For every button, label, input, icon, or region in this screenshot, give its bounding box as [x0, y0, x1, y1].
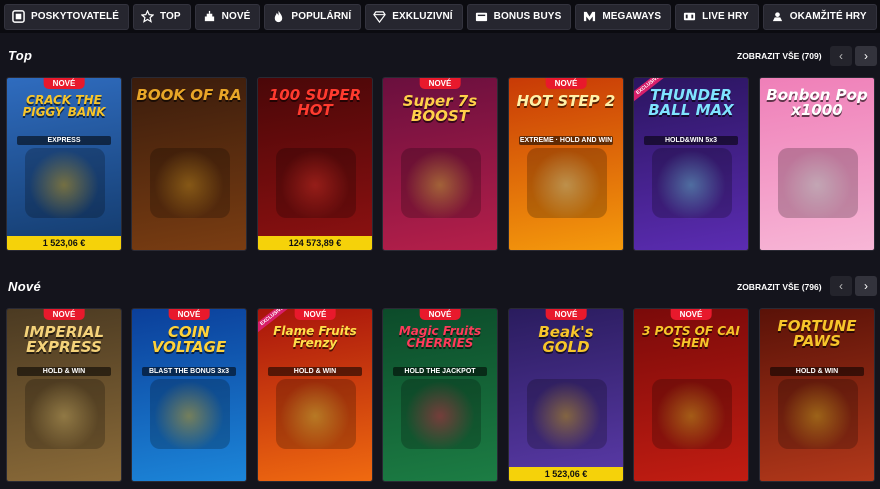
show-all-top-link[interactable]: ZOBRAZIT VŠE (709) — [737, 51, 822, 61]
game-tile[interactable]: IMPERIAL EXPRESS HOLD & WIN NOVÉ — [6, 308, 122, 482]
game-title: THUNDER BALL MAX — [648, 86, 734, 119]
megaways-icon — [583, 10, 596, 23]
nav-item-5[interactable]: BONUS BUYS — [466, 3, 572, 30]
game-tile[interactable]: Beak's GOLD NOVÉ 1 523,06 € — [508, 308, 624, 482]
jackpot-amount: 1 523,06 € — [7, 236, 121, 250]
nav-item-0[interactable]: POSKYTOVATELÉ — [4, 3, 129, 30]
game-tile[interactable]: Bonbon Pop x1000 — [759, 77, 875, 251]
nav-item-label: BONUS BUYS — [493, 11, 562, 22]
game-tile[interactable]: 100 SUPER HOT 124 573,89 € — [257, 77, 373, 251]
game-title: COIN VOLTAGE — [151, 323, 227, 356]
game-title: FORTUNE PAWS — [777, 317, 857, 350]
game-subtitle: HOLD THE JACKPOT — [393, 367, 487, 376]
game-title: Super 7s BOOST — [402, 92, 478, 125]
game-title: HOT STEP 2 — [516, 92, 616, 110]
nav-item-label: POSKYTOVATELÉ — [31, 11, 119, 22]
chevron-right-icon: › — [864, 279, 868, 293]
chevron-left-icon: ‹ — [839, 279, 843, 293]
new-prev-button[interactable]: ‹ — [830, 276, 852, 296]
nav-item-4[interactable]: EXKLUZIVNÍ — [365, 3, 463, 30]
game-row-top: CRACK THE PIGGY BANK EXPRESS NOVÉ 1 523,06 … — [6, 77, 876, 251]
game-title: BOOK OF RA — [136, 86, 242, 104]
game-subtitle: HOLD&WIN 5x3 — [644, 136, 738, 145]
new-badge: NOVÉ — [43, 78, 85, 89]
game-tile[interactable]: CRACK THE PIGGY BANK EXPRESS NOVÉ 1 523,06 … — [6, 77, 122, 251]
game-tile[interactable]: BOOK OF RA — [131, 77, 247, 251]
nav-item-1[interactable]: TOP — [132, 3, 191, 30]
diamond-icon — [373, 10, 387, 23]
category-nav: POSKYTOVATELÉ TOP NOVÉ POPULÁRNÍ EXKLUZIVNÍ B… — [0, 0, 880, 33]
new-badge: NOVÉ — [419, 309, 461, 320]
game-title: IMPERIAL EXPRESS — [23, 323, 105, 356]
new-badge: NOVÉ — [43, 309, 85, 320]
new-badge: NOVÉ — [670, 309, 712, 320]
section-title-new: Nové — [8, 279, 41, 294]
game-title: CRACK THE PIGGY BANK — [22, 93, 106, 119]
game-tile[interactable]: THUNDER BALL MAX HOLD&WIN 5x3 EXCLUSIVE — [633, 77, 749, 251]
game-title: Beak's GOLD — [538, 323, 594, 356]
game-title: 3 POTS OF CAI SHEN — [642, 324, 740, 350]
nav-item-label: POPULÁRNÍ — [291, 11, 352, 22]
cake-icon — [203, 10, 216, 23]
jackpot-amount: 124 573,89 € — [258, 236, 372, 250]
new-badge: NOVÉ — [419, 78, 461, 89]
section-title-top: Top — [8, 48, 33, 63]
game-subtitle: BLAST THE BONUS 3x3 — [142, 367, 236, 376]
game-tile[interactable]: 3 POTS OF CAI SHEN NOVÉ — [633, 308, 749, 482]
nav-item-8[interactable]: OKAMŽITÉ HRY — [762, 3, 877, 30]
game-title: 100 SUPER HOT — [268, 86, 362, 119]
star-icon — [140, 10, 154, 23]
nav-item-label: MEGAWAYS — [602, 11, 662, 22]
jackpot-amount: 1 523,06 € — [509, 467, 623, 481]
game-tile[interactable]: Super 7s BOOST NOVÉ — [382, 77, 498, 251]
game-tile[interactable]: Flame Fruits Frenzy HOLD & WIN NOVÉ EXCLUSI… — [257, 308, 373, 482]
bonus-buy-icon — [475, 10, 488, 23]
providers-icon — [12, 10, 25, 23]
chevron-right-icon: › — [864, 49, 868, 63]
new-next-button[interactable]: › — [855, 276, 877, 296]
new-badge: NOVÉ — [168, 309, 210, 320]
game-subtitle: HOLD & WIN — [770, 367, 864, 376]
game-subtitle: EXPRESS — [17, 136, 111, 145]
game-title: Flame Fruits Frenzy — [273, 324, 357, 350]
nav-item-label: LIVE HRY — [702, 11, 749, 22]
game-title: Magic Fruits CHERRIES — [398, 324, 482, 350]
nav-item-label: EXKLUZIVNÍ — [392, 11, 453, 22]
game-title: Bonbon Pop x1000 — [766, 86, 868, 119]
nav-item-label: TOP — [159, 11, 181, 22]
new-badge: NOVÉ — [545, 309, 587, 320]
chevron-left-icon: ‹ — [839, 49, 843, 63]
new-badge: NOVÉ — [294, 309, 336, 320]
nav-item-label: NOVÉ — [221, 11, 251, 22]
game-subtitle: HOLD & WIN — [268, 367, 362, 376]
nav-item-2[interactable]: NOVÉ — [194, 3, 261, 30]
nav-item-6[interactable]: MEGAWAYS — [575, 3, 672, 30]
game-row-new: IMPERIAL EXPRESS HOLD & WIN NOVÉ COIN VOLTA… — [6, 308, 876, 482]
nav-item-3[interactable]: POPULÁRNÍ — [264, 3, 362, 30]
game-tile[interactable]: HOT STEP 2 EXTREME · HOLD AND WIN NOVÉ — [508, 77, 624, 251]
game-tile[interactable]: Magic Fruits CHERRIES HOLD THE JACKPOT NOV… — [382, 308, 498, 482]
show-all-new-link[interactable]: ZOBRAZIT VŠE (796) — [737, 282, 822, 292]
game-tile[interactable]: COIN VOLTAGE BLAST THE BONUS 3x3 NOVÉ — [131, 308, 247, 482]
top-prev-button[interactable]: ‹ — [830, 46, 852, 66]
game-subtitle: EXTREME · HOLD AND WIN — [519, 136, 613, 145]
nav-item-label: OKAMŽITÉ HRY — [789, 11, 867, 22]
new-badge: NOVÉ — [545, 78, 587, 89]
flame-icon — [272, 10, 285, 23]
game-subtitle: HOLD & WIN — [17, 367, 111, 376]
game-tile[interactable]: FORTUNE PAWS HOLD & WIN — [759, 308, 875, 482]
nav-item-7[interactable]: LIVE HRY — [675, 3, 759, 30]
top-next-button[interactable]: › — [855, 46, 877, 66]
live-icon — [683, 10, 696, 23]
instant-icon — [771, 10, 784, 23]
